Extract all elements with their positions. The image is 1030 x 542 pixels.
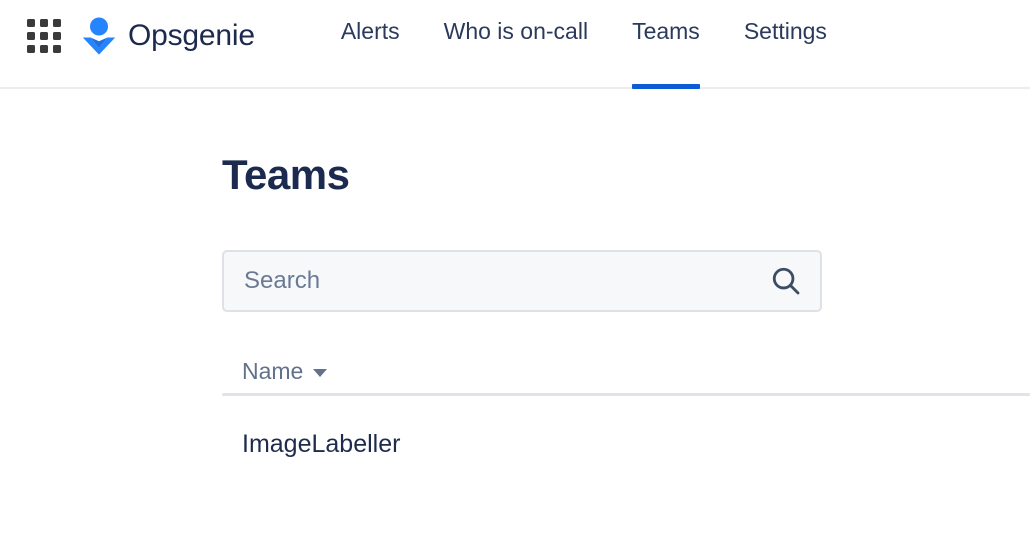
column-header-label: Name — [242, 358, 304, 384]
table-row[interactable]: ImageLabeller — [222, 396, 1030, 492]
grid-dot — [27, 19, 35, 27]
brand: Opsgenie — [0, 0, 255, 72]
opsgenie-logo-icon[interactable] — [82, 17, 116, 55]
table-header-row: Name — [222, 360, 1030, 393]
grid-dot — [40, 32, 48, 40]
grid-dot — [40, 45, 48, 53]
team-name: ImageLabeller — [242, 429, 401, 458]
column-header-name[interactable]: Name — [242, 358, 328, 384]
nav-item-label: Teams — [632, 18, 700, 44]
nav-item-label: Who is on-call — [443, 18, 589, 44]
page-title: Teams — [222, 151, 350, 198]
nav-item-settings[interactable]: Settings — [722, 0, 849, 89]
caret-down-icon — [313, 369, 328, 377]
nav-item-who-is-on-call[interactable]: Who is on-call — [422, 0, 610, 89]
search-box[interactable] — [222, 250, 822, 312]
grid-dot — [53, 32, 61, 40]
search-icon[interactable] — [770, 265, 802, 297]
main-content: Teams Name ImageLabeller — [0, 89, 1030, 492]
grid-dot — [27, 45, 35, 53]
main-nav: Alerts Who is on-call Teams Settings — [319, 0, 849, 89]
grid-dot — [53, 19, 61, 27]
nav-item-teams[interactable]: Teams — [610, 0, 722, 89]
nav-item-label: Alerts — [340, 18, 400, 44]
grid-dot — [40, 19, 48, 27]
teams-table: Name ImageLabeller — [222, 360, 1030, 492]
nav-item-label: Settings — [743, 18, 827, 44]
grid-dot — [27, 32, 35, 40]
nav-item-alerts[interactable]: Alerts — [319, 0, 422, 89]
brand-name: Opsgenie — [128, 19, 255, 52]
search-input[interactable] — [244, 264, 762, 298]
grid-dot — [53, 45, 61, 53]
grid-apps-icon[interactable] — [26, 18, 62, 54]
app-header: Opsgenie Alerts Who is on-call Teams Set… — [0, 0, 1030, 89]
